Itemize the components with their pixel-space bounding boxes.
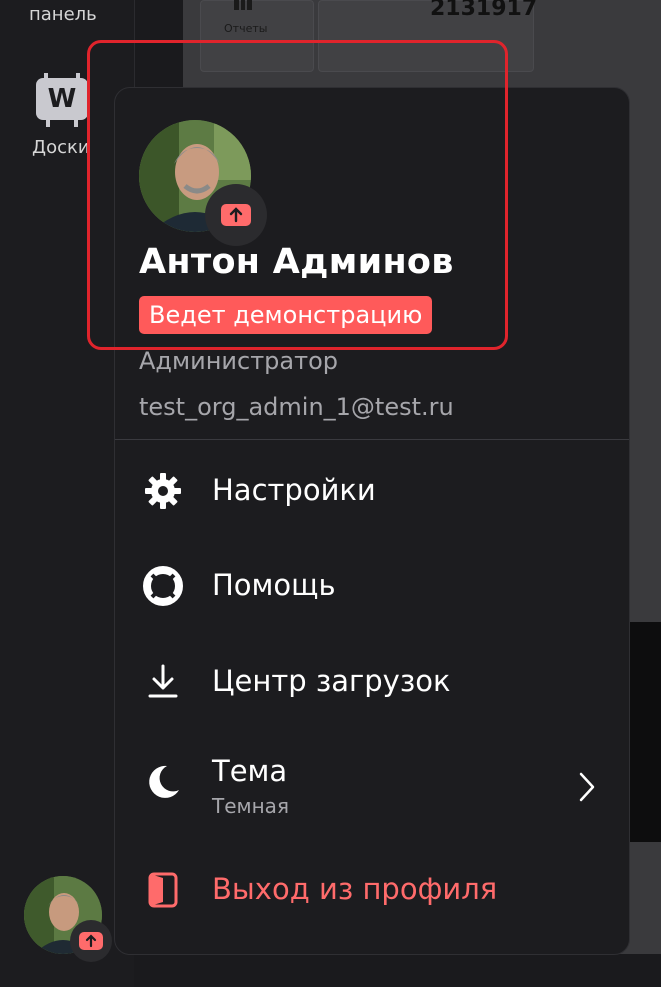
download-icon <box>148 664 178 698</box>
menu-item-theme[interactable]: Тема Темная <box>115 748 629 828</box>
logout-door-icon <box>148 872 178 908</box>
metric-value: 2131917 <box>430 0 538 21</box>
chevron-right-icon <box>579 772 595 802</box>
menu-item-label: Настройки <box>212 473 376 507</box>
menu-item-label: Помощь <box>212 568 336 602</box>
menu-item-label: Выход из профиля <box>212 872 498 906</box>
background-footer <box>134 954 661 987</box>
screen-share-badge <box>205 184 267 246</box>
moon-icon <box>149 765 179 798</box>
menu-item-label: Центр загрузок <box>212 664 451 698</box>
menu-item-label: Тема <box>212 754 288 788</box>
boards-icon[interactable]: W <box>36 73 88 127</box>
menu-item-logout[interactable]: Выход из профиля <box>115 856 629 926</box>
profile-name: Антон Админов <box>139 242 454 282</box>
menu-divider <box>115 439 629 440</box>
profile-email: test_org_admin_1@test.ru <box>139 393 454 421</box>
presenting-status-badge: Ведет демонстрацию <box>139 296 433 334</box>
gear-icon <box>145 473 181 509</box>
menu-item-settings[interactable]: Настройки <box>115 457 629 527</box>
profile-menu: Антон Админов Ведет демонстрацию Админис… <box>114 87 630 955</box>
lifebuoy-icon <box>143 566 183 606</box>
theme-current-value: Темная <box>212 794 289 818</box>
reports-card <box>200 0 314 72</box>
sidebar-item-panel-label[interactable]: панель <box>29 4 163 25</box>
screen-share-badge <box>70 920 112 962</box>
menu-item-help[interactable]: Помощь <box>115 552 629 622</box>
bar-chart-icon <box>234 0 253 10</box>
profile-role: Администратор <box>139 347 339 375</box>
reports-label: Отчеты <box>224 22 268 35</box>
menu-item-downloads[interactable]: Центр загрузок <box>115 648 629 718</box>
background-panel <box>627 622 661 842</box>
